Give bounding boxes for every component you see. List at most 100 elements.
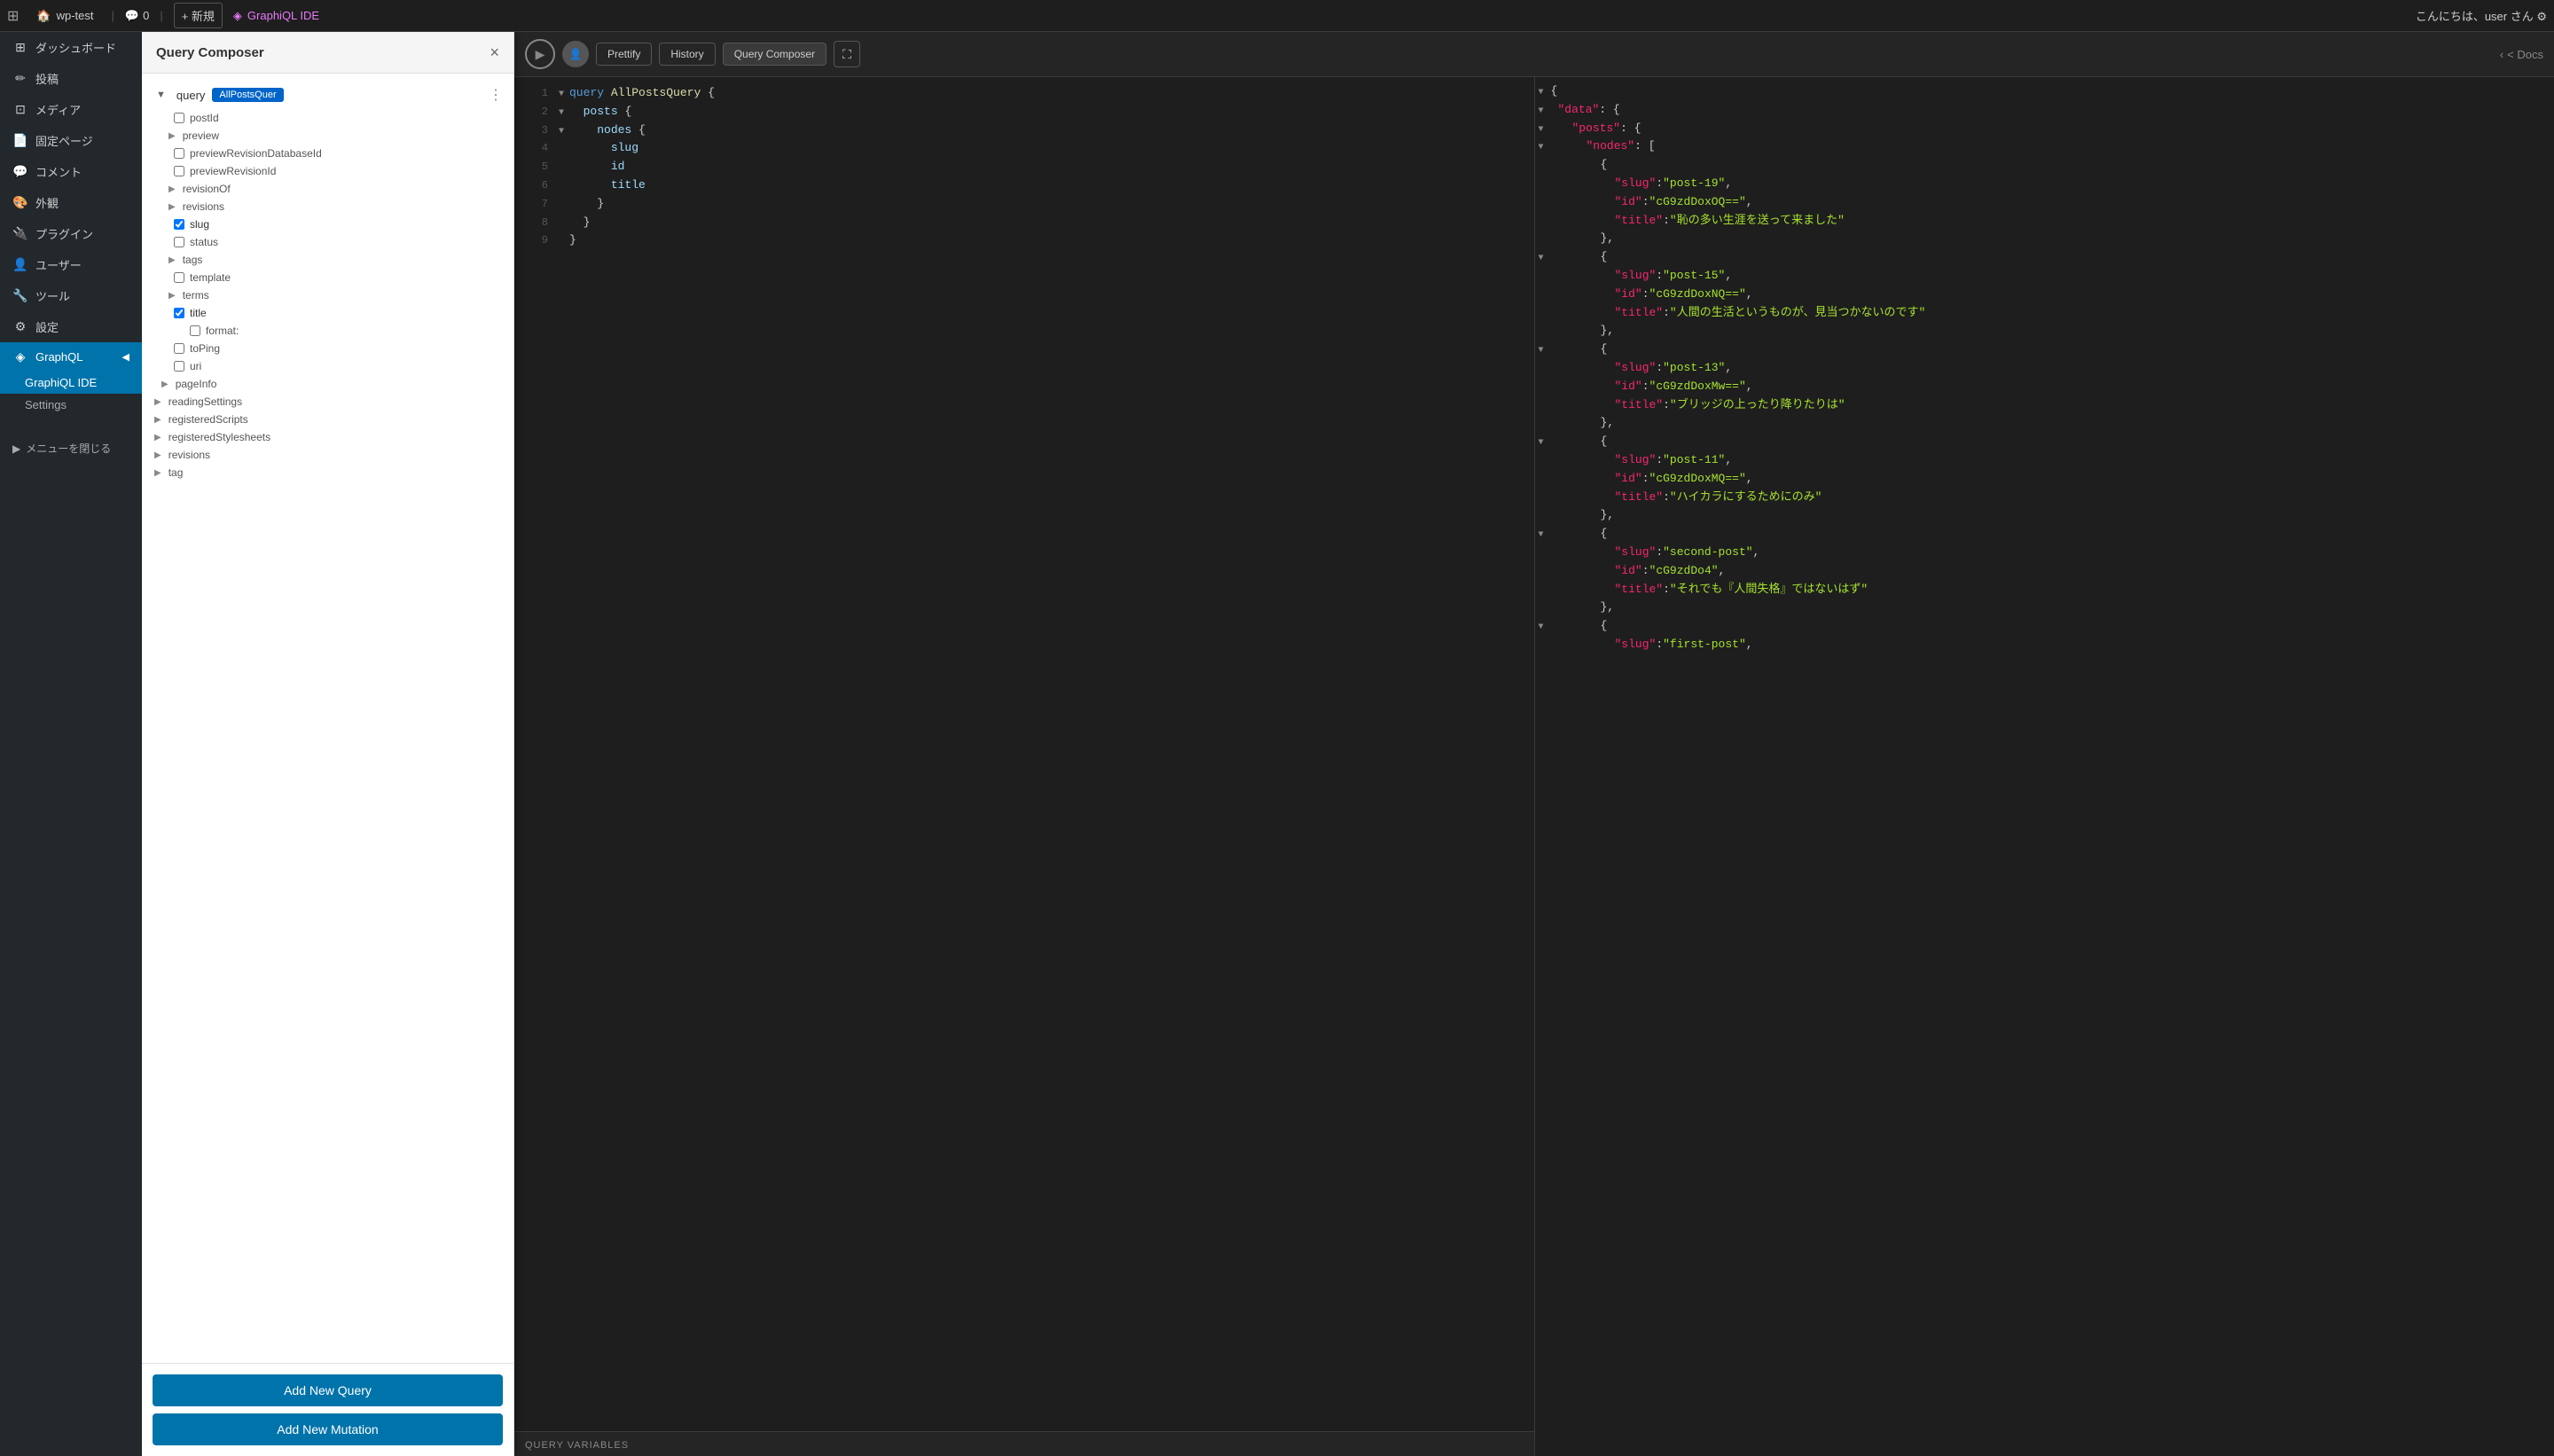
fold-icon-2[interactable]: ▼: [1539, 105, 1551, 119]
field-format[interactable]: format:: [142, 322, 513, 340]
sidebar-item-settings[interactable]: ⚙ 設定: [0, 311, 142, 342]
field-revisionOf[interactable]: ▶ revisionOf: [142, 180, 513, 198]
topbar: ⊞ 🏠 wp-test | 💬 0 | + 新規 ◈ GraphiQL IDE …: [0, 0, 2554, 32]
field-preview[interactable]: ▶ preview: [142, 127, 513, 145]
settings-icon: ⚙: [12, 319, 28, 334]
query-editor[interactable]: 1 ▼ query AllPostsQuery { 2 ▼ posts { 3 …: [514, 77, 1534, 1431]
field-tag[interactable]: ▶ tag: [142, 464, 513, 481]
docs-button[interactable]: ‹ < Docs: [2500, 48, 2543, 61]
more-options-button[interactable]: ⋮: [489, 86, 503, 104]
field-previewRevisionId-checkbox[interactable]: [174, 166, 184, 176]
field-revisions2[interactable]: ▶ revisions: [142, 446, 513, 464]
field-tags[interactable]: ▶ tags: [142, 251, 513, 269]
sidebar-item-tools[interactable]: 🔧 ツール: [0, 280, 142, 311]
sidebar-collapse-button[interactable]: ▶ メニューを閉じる: [0, 434, 142, 463]
field-slug-checkbox[interactable]: [174, 219, 184, 230]
fold-icon-n3[interactable]: ▼: [1539, 344, 1551, 358]
sidebar-item-posts[interactable]: ✏ 投稿: [0, 63, 142, 94]
result-node5-id: "id": "cG9zdDo4",: [1535, 562, 2554, 581]
avatar-button[interactable]: 👤: [562, 41, 589, 67]
field-previewRevisionDatabaseId-checkbox[interactable]: [174, 148, 184, 159]
query-variables-bar[interactable]: QUERY VARIABLES: [514, 1431, 1534, 1456]
field-previewRevisionDatabaseId[interactable]: previewRevisionDatabaseId: [142, 145, 513, 162]
field-registeredScripts[interactable]: ▶ registeredScripts: [142, 411, 513, 428]
field-pageInfo[interactable]: ▶ pageInfo: [142, 375, 513, 393]
sidebar-item-plugins[interactable]: 🔌 プラグイン: [0, 218, 142, 249]
fold-icon-n2[interactable]: ▼: [1539, 252, 1551, 266]
history-button[interactable]: History: [659, 43, 715, 66]
add-query-button[interactable]: Add New Query: [153, 1374, 503, 1406]
sidebar-item-media[interactable]: ⊡ メディア: [0, 94, 142, 125]
fold-icon-n4[interactable]: ▼: [1539, 436, 1551, 450]
result-line-1: ▼ {: [1535, 82, 2554, 101]
plugin-title: ◈ GraphiQL IDE: [233, 9, 319, 23]
sidebar-sub-settings[interactable]: Settings: [0, 394, 142, 416]
fold-icon-1[interactable]: ▼: [1539, 86, 1551, 100]
field-revisions[interactable]: ▶ revisions: [142, 198, 513, 215]
comments-icon: 💬: [12, 164, 28, 179]
field-slug[interactable]: slug: [142, 215, 513, 233]
prettify-button[interactable]: Prettify: [596, 43, 652, 66]
fold-icon-n5[interactable]: ▼: [1539, 528, 1551, 543]
result-node5-open: ▼ {: [1535, 525, 2554, 544]
field-postId-checkbox[interactable]: [174, 113, 184, 123]
field-status[interactable]: status: [142, 233, 513, 251]
add-mutation-button[interactable]: Add New Mutation: [153, 1413, 503, 1445]
sidebar-item-dashboard[interactable]: ⊞ ダッシュボード: [0, 32, 142, 63]
field-title[interactable]: title: [142, 304, 513, 322]
field-template[interactable]: template: [142, 269, 513, 286]
sidebar-item-pages[interactable]: 📄 固定ページ: [0, 125, 142, 156]
separator2: |: [160, 9, 162, 22]
comment-count[interactable]: 💬 0: [125, 9, 149, 23]
pageInfo-chevron-icon: ▶: [161, 380, 168, 389]
close-button[interactable]: ×: [490, 44, 499, 60]
field-registeredStylesheets[interactable]: ▶ registeredStylesheets: [142, 428, 513, 446]
field-template-checkbox[interactable]: [174, 272, 184, 283]
field-uri[interactable]: uri: [142, 357, 513, 375]
query-composer-button[interactable]: Query Composer: [723, 43, 827, 66]
field-previewRevisionId[interactable]: previewRevisionId: [142, 162, 513, 180]
sidebar-item-graphql[interactable]: ◈ GraphQL ◀: [0, 342, 142, 372]
result-node1-open: {: [1535, 156, 2554, 175]
new-button[interactable]: + 新規: [174, 3, 223, 28]
result-node4-slug: "slug": "post-11",: [1535, 451, 2554, 470]
result-line-3: ▼ "posts": {: [1535, 120, 2554, 138]
users-icon: 👤: [12, 257, 28, 272]
sidebar-item-users[interactable]: 👤 ユーザー: [0, 249, 142, 280]
run-button[interactable]: ▶: [525, 39, 555, 69]
graphql-menu-icon: ◈: [12, 349, 28, 364]
result-node3-close: },: [1535, 414, 2554, 433]
field-readingSettings[interactable]: ▶ readingSettings: [142, 393, 513, 411]
fold-icon-n6[interactable]: ▼: [1539, 621, 1551, 635]
pages-icon: 📄: [12, 133, 28, 148]
query-composer-footer: Add New Query Add New Mutation: [142, 1363, 513, 1456]
sidebar-item-appearance[interactable]: 🎨 外観: [0, 187, 142, 218]
fold-icon-4[interactable]: ▼: [1539, 141, 1551, 155]
field-postId[interactable]: postId: [142, 109, 513, 127]
result-node4-id: "id": "cG9zdDoxMQ==",: [1535, 470, 2554, 489]
registeredScripts-chevron-icon: ▶: [154, 415, 161, 425]
field-status-checkbox[interactable]: [174, 237, 184, 247]
field-terms[interactable]: ▶ terms: [142, 286, 513, 304]
site-name[interactable]: 🏠 wp-test: [29, 9, 100, 23]
fullscreen-button[interactable]: ⛶: [834, 41, 860, 67]
field-uri-checkbox[interactable]: [174, 361, 184, 372]
result-node6-open: ▼ {: [1535, 617, 2554, 636]
fold-icon-3[interactable]: ▼: [1539, 123, 1551, 137]
sidebar-item-comments[interactable]: 💬 コメント: [0, 156, 142, 187]
collapse-icon: ▶: [12, 442, 20, 455]
result-node2-open: ▼ {: [1535, 248, 2554, 267]
query-badge[interactable]: AllPostsQuer: [212, 88, 283, 102]
field-toPing[interactable]: toPing: [142, 340, 513, 357]
plugins-icon: 🔌: [12, 226, 28, 241]
field-toPing-checkbox[interactable]: [174, 343, 184, 354]
result-node2-title: "title": "人間の生活というものが、見当つかないのです": [1535, 304, 2554, 323]
field-format-checkbox[interactable]: [190, 325, 200, 336]
query-composer-body: ▼ query AllPostsQuer ⋮ postId ▶ preview …: [142, 74, 513, 1363]
sidebar-sub-ide[interactable]: GraphiQL IDE: [0, 372, 142, 394]
editor-line-1: 1 ▼ query AllPostsQuery {: [514, 84, 1534, 103]
query-chevron-icon[interactable]: ▼: [156, 90, 166, 100]
field-title-checkbox[interactable]: [174, 308, 184, 318]
editor-line-3: 3 ▼ nodes {: [514, 121, 1534, 140]
result-node1-slug: "slug": "post-19",: [1535, 175, 2554, 193]
